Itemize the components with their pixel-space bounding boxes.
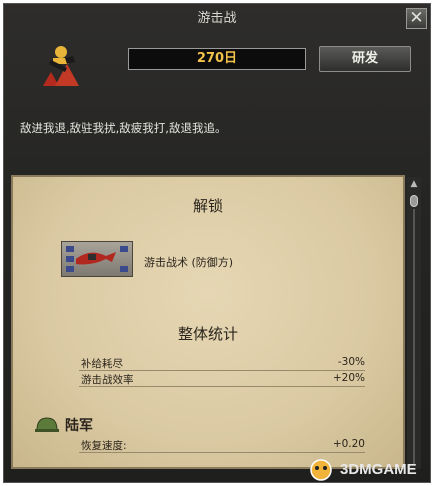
unlock-item-label: 游击战术 (防御方) xyxy=(144,256,234,269)
stats-heading: 整体统计 xyxy=(177,325,238,343)
stat-row-supply: 补给耗尽 -30% xyxy=(79,356,365,371)
stat-label: 游击战效率 xyxy=(81,374,134,386)
army-heading: 陆军 xyxy=(65,418,93,434)
guerrilla-emblem-icon xyxy=(43,46,79,86)
scroll-track[interactable] xyxy=(413,209,415,464)
stat-row-recovery-speed: 恢复速度: +0.20 xyxy=(79,438,365,453)
watermark-text: 3DMGAME xyxy=(340,461,417,478)
close-button[interactable]: ✕ xyxy=(406,8,427,29)
stat-value: +20% xyxy=(332,372,365,384)
scroll-up-icon[interactable]: ▲ xyxy=(409,179,419,189)
dialog-title: 游击战 xyxy=(197,11,237,26)
stat-value: -30% xyxy=(337,356,365,368)
guerrilla-tactics-icon xyxy=(61,241,133,277)
watermark-logo: 3DMGAME xyxy=(306,456,432,484)
research-days-field: 270日 xyxy=(128,48,306,70)
stat-row-guerrilla-efficiency: 游击战效率 +20% xyxy=(79,372,365,387)
details-scrollbar[interactable]: ▲ xyxy=(407,177,421,469)
army-helmet-icon xyxy=(35,417,59,432)
stat-label: 补给耗尽 xyxy=(81,358,123,370)
close-icon: ✕ xyxy=(409,8,424,28)
details-panel: 解锁 游击战术 (防御方) 整体统计 补给耗尽 -30% 游击战效率 +20% … xyxy=(11,175,405,469)
watermark-mascot-icon xyxy=(310,459,332,481)
stat-value: +0.20 xyxy=(332,438,365,450)
research-button[interactable]: 研发 xyxy=(319,46,411,72)
tactics-map-icon xyxy=(66,246,128,272)
focus-description: 敌进我退,敌驻我扰,敌疲我打,敌退我追。 xyxy=(20,121,227,135)
scroll-thumb[interactable] xyxy=(410,195,418,207)
unlock-heading: 解锁 xyxy=(192,197,223,215)
stat-label: 恢复速度: xyxy=(81,440,127,452)
